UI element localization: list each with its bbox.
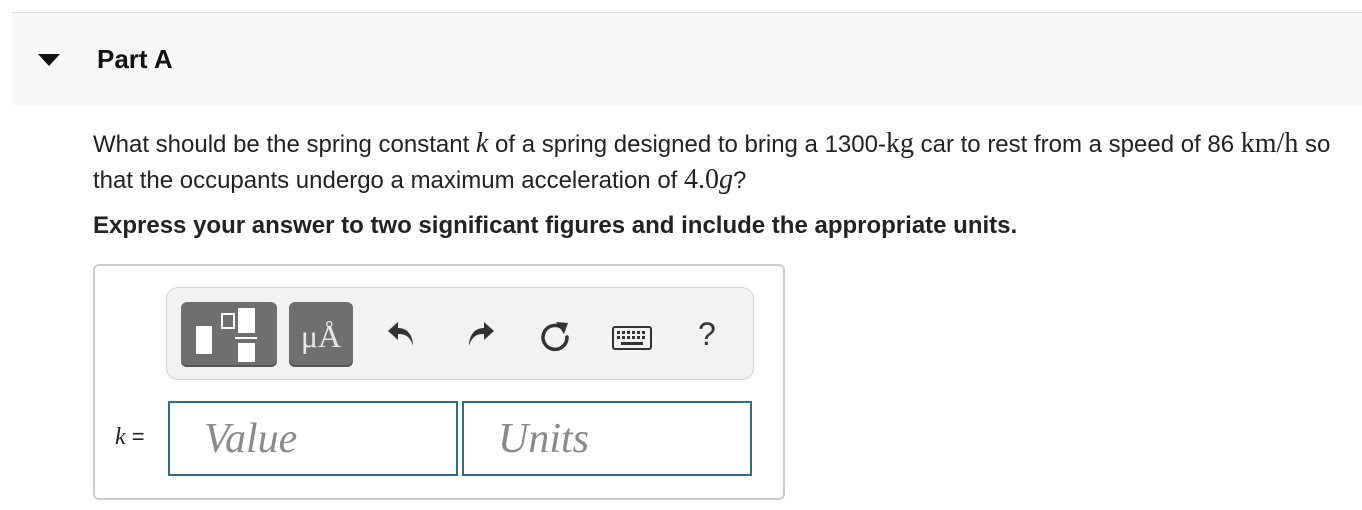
units-input[interactable] — [462, 401, 752, 476]
value-input[interactable] — [168, 401, 458, 476]
templates-icon — [196, 308, 257, 362]
redo-icon[interactable] — [464, 318, 496, 350]
acceleration-value: 4.0 — [684, 164, 719, 195]
answer-variable: k — [115, 424, 126, 450]
part-title: Part A — [97, 44, 173, 74]
instruction-text: Express your answer to two significant f… — [93, 212, 1018, 239]
reset-icon[interactable] — [537, 318, 573, 354]
units-icon: μÅ — [300, 318, 342, 354]
question-text-1: What should be the spring constant — [93, 131, 476, 158]
keyboard-icon[interactable] — [612, 326, 652, 350]
question-text-2: of a spring designed to bring a 1300- — [488, 131, 886, 158]
undo-icon[interactable] — [386, 318, 418, 350]
templates-button[interactable] — [181, 302, 277, 367]
speed-unit: km/h — [1240, 128, 1299, 159]
units-button[interactable]: μÅ — [289, 302, 353, 367]
gravity-symbol: g — [719, 164, 733, 195]
question-text-5: ? — [733, 167, 747, 194]
question-text-3: car to rest from a speed of 86 — [913, 131, 1241, 158]
answer-variable-label: k = — [115, 424, 145, 451]
part-header[interactable] — [12, 13, 1362, 105]
question-text: What should be the spring constant k of … — [93, 126, 1353, 198]
spring-constant-symbol: k — [475, 128, 489, 159]
equals-sign: = — [125, 424, 145, 449]
help-icon[interactable]: ? — [698, 316, 716, 353]
mass-unit: kg — [885, 128, 914, 159]
collapse-caret-icon[interactable] — [38, 54, 60, 66]
